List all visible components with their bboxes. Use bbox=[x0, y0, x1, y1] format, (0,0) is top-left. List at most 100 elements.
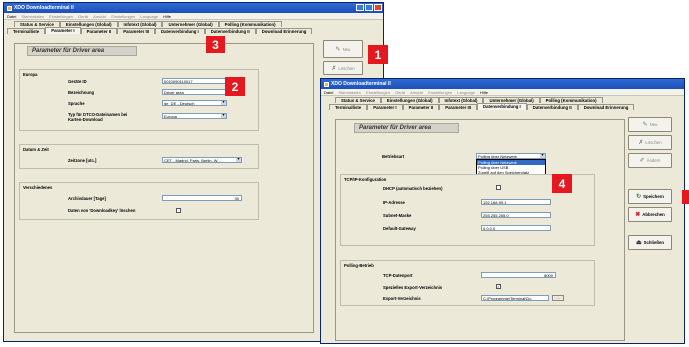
maximize-button[interactable] bbox=[365, 4, 373, 11]
back-section-title: Parameter für Driver area bbox=[27, 46, 137, 56]
menu-language[interactable]: Language bbox=[457, 90, 475, 95]
tab-einstellungen-global[interactable]: Einstellungen (Global) bbox=[380, 97, 439, 103]
new-icon: ✎ bbox=[335, 46, 341, 53]
app-icon bbox=[324, 81, 329, 87]
archive-input[interactable]: 30 bbox=[162, 195, 242, 201]
export-dir-label: Export-Verzeichnis bbox=[383, 296, 421, 301]
tab-datenverbindung-2[interactable]: Datenverbindung II bbox=[204, 28, 256, 34]
subnet-input[interactable]: 255.255.255.0 bbox=[481, 212, 551, 218]
ip-input[interactable]: 192.168.99.1 bbox=[481, 199, 551, 205]
back-tabrow-2: Terminalliste Parameter I Parameter II P… bbox=[4, 27, 383, 34]
europe-group: Europa Geräte ID 0010090110017 Bezeichnu… bbox=[19, 69, 259, 131]
port-label: TCP-Datenport bbox=[383, 273, 413, 278]
tab-parameter-2[interactable]: Parameter II bbox=[80, 28, 118, 34]
cancel-icon: ✖ bbox=[635, 212, 641, 218]
name-input[interactable]: Driver area bbox=[162, 89, 227, 95]
callout-3: 3 bbox=[206, 36, 225, 53]
gateway-label: Default-Gateway bbox=[383, 226, 416, 231]
back-menubar: Datei Stammdaten Einstellungen Gerät Ans… bbox=[4, 13, 383, 20]
language-select[interactable]: de_DE - Deutsch bbox=[162, 100, 227, 106]
mode-label: Betriebsart bbox=[382, 154, 405, 159]
callout-1: 1 bbox=[368, 45, 388, 64]
ip-label: IP-Adresse bbox=[383, 200, 405, 205]
refresh-icon: ↻ bbox=[636, 194, 642, 200]
menu-datei[interactable]: Datei bbox=[7, 14, 16, 19]
datetime-group-title: Datum & Zeit bbox=[23, 147, 49, 152]
back-delete-label: Löschen bbox=[338, 65, 355, 71]
tab-polling[interactable]: Polling (Kommunikation) bbox=[539, 97, 603, 103]
menu-language[interactable]: Language bbox=[140, 14, 158, 19]
back-new-button[interactable]: ✎ Neu bbox=[323, 40, 363, 58]
dhcp-checkbox[interactable] bbox=[496, 185, 501, 190]
tab-terminalliste[interactable]: Terminalliste bbox=[7, 28, 46, 34]
device-id-label: Geräte ID bbox=[68, 79, 87, 84]
tab-parameter-3[interactable]: Parameter III bbox=[117, 28, 156, 34]
browse-button[interactable]: ... bbox=[552, 295, 564, 301]
front-change-button[interactable]: ✐ Ändern bbox=[628, 153, 672, 168]
menu-geraet[interactable]: Gerät bbox=[395, 90, 405, 95]
menu-stammdaten[interactable]: Stammdaten bbox=[21, 14, 44, 19]
front-save-label: Speichern bbox=[643, 194, 664, 199]
language-label: Sprache bbox=[68, 101, 85, 106]
menu-hilfe[interactable]: Hilfe bbox=[163, 14, 171, 19]
menu-ansicht[interactable]: Ansicht bbox=[410, 90, 423, 95]
device-id-input[interactable]: 0010090110017 bbox=[162, 78, 227, 84]
close-button[interactable] bbox=[374, 4, 382, 11]
tab-datenverbindung-1[interactable]: Datenverbindung I bbox=[155, 28, 205, 34]
export-special-checkbox[interactable]: ✓ bbox=[496, 284, 501, 289]
menu-hilfe[interactable]: Hilfe bbox=[480, 90, 488, 95]
delete-icon: ✗ bbox=[331, 65, 337, 72]
archive-label: Archivdauer [Tage] bbox=[68, 196, 106, 201]
menu-datei[interactable]: Datei bbox=[324, 90, 333, 95]
menu-einstellungen-2[interactable]: Einstellungen bbox=[111, 14, 135, 19]
tab-parameter-1[interactable]: Parameter I bbox=[367, 104, 403, 110]
tab-terminalliste[interactable]: Terminalliste bbox=[329, 104, 368, 110]
front-tabrow-2: Terminalliste Parameter I Parameter II P… bbox=[321, 103, 684, 110]
type-select[interactable]: Europa bbox=[162, 113, 227, 119]
menu-einstellungen[interactable]: Einstellungen bbox=[49, 14, 73, 19]
front-close-button[interactable]: ⏏ Schließen bbox=[628, 235, 672, 250]
menu-einstellungen[interactable]: Einstellungen bbox=[366, 90, 390, 95]
back-delete-button[interactable]: ✗ Löschen bbox=[323, 61, 363, 75]
tab-download-erinnerung[interactable]: Download Erinnerung bbox=[577, 104, 635, 110]
front-close-label: Schließen bbox=[643, 240, 664, 245]
tab-datenverbindung-1[interactable]: Datenverbindung I bbox=[477, 103, 527, 110]
export-dir-input[interactable]: C:\Programme\Terminal\Do bbox=[481, 295, 549, 301]
front-section-title: Parameter für Driver area bbox=[354, 123, 459, 133]
port-input[interactable]: 8000 bbox=[481, 272, 556, 278]
app-icon bbox=[7, 5, 12, 11]
front-save-button[interactable]: ↻ Speichern bbox=[628, 189, 672, 204]
front-cancel-button[interactable]: ✖ Abbrechen bbox=[628, 207, 672, 222]
gateway-input[interactable]: 0.0.0.0 bbox=[481, 225, 551, 231]
callout-2: 2 bbox=[225, 77, 245, 96]
front-titlebar: XDO Downloadterminal II bbox=[321, 79, 684, 89]
back-tabrow-1: Status & Service Einstellungen (Global) … bbox=[4, 20, 383, 27]
tab-download-erinnerung[interactable]: Download Erinnerung bbox=[255, 28, 313, 34]
menu-einstellungen-2[interactable]: Einstellungen bbox=[428, 90, 452, 95]
misc-group: Verschiedenes Archivdauer [Tage] 30 Date… bbox=[19, 182, 259, 220]
tab-infotext-global[interactable]: Infotext (Global) bbox=[117, 21, 163, 27]
tab-unternehmer-global[interactable]: Unternehmer (Global) bbox=[162, 21, 219, 27]
front-new-button[interactable]: ✎ Neu bbox=[628, 117, 672, 132]
timezone-select[interactable]: CET - Madrid, Paris, Berlin, W... bbox=[162, 157, 242, 163]
tab-parameter-1[interactable]: Parameter I bbox=[45, 27, 81, 34]
window-controls bbox=[356, 4, 382, 11]
edit-icon: ✐ bbox=[639, 158, 645, 164]
minimize-button[interactable] bbox=[356, 4, 364, 11]
menu-geraet[interactable]: Gerät bbox=[78, 14, 88, 19]
menu-ansicht[interactable]: Ansicht bbox=[93, 14, 106, 19]
callout-4: 4 bbox=[552, 174, 572, 193]
tab-parameter-3[interactable]: Parameter III bbox=[439, 104, 478, 110]
search-checkbox[interactable] bbox=[176, 208, 181, 213]
front-delete-button[interactable]: ✗ Löschen bbox=[628, 135, 672, 150]
menu-stammdaten[interactable]: Stammdaten bbox=[338, 90, 361, 95]
tab-datenverbindung-2[interactable]: Datenverbindung II bbox=[526, 104, 578, 110]
export-special-label: Spezielles Export-Verzeichnis bbox=[383, 285, 443, 290]
tab-polling[interactable]: Polling (Kommunikation) bbox=[218, 21, 282, 27]
tab-parameter-2[interactable]: Parameter II bbox=[402, 104, 440, 110]
back-window-title: XDO Downloadterminal II bbox=[14, 5, 74, 11]
tab-status-service[interactable]: Status & Service bbox=[335, 97, 381, 103]
timezone-label: Zeitzone [utc.] bbox=[68, 158, 97, 163]
back-content-panel: Parameter für Driver area Europa Geräte … bbox=[14, 43, 314, 333]
delete-icon: ✗ bbox=[638, 140, 644, 146]
